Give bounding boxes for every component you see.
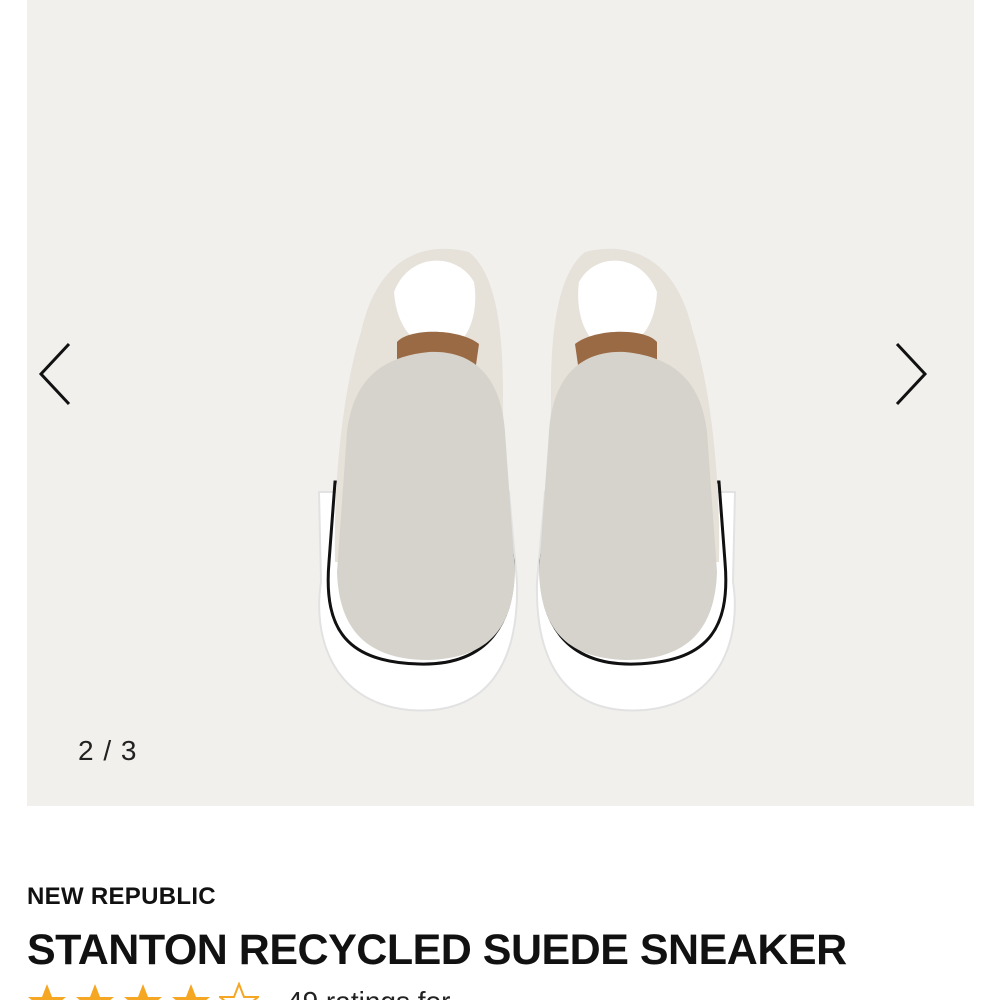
star-filled-icon [28, 984, 66, 1000]
image-counter: 2 / 3 [78, 735, 138, 766]
rating-row[interactable]: 49 ratings for ... [27, 982, 482, 1000]
ratings-count[interactable]: 49 ratings for ... [287, 982, 482, 1000]
product-page: 2 / 3 NEW REPUBLIC STANTON RECYCLED SUED… [0, 0, 1000, 1000]
right-shoe [535, 248, 737, 712]
product-title: STANTON RECYCLED SUEDE SNEAKER [27, 926, 847, 974]
left-shoe [317, 248, 519, 712]
star-filled-icon [172, 984, 210, 1000]
chevron-right-icon [895, 342, 928, 406]
star-empty-icon [219, 982, 259, 1000]
brand-name[interactable]: NEW REPUBLIC [27, 883, 216, 911]
star-filled-icon [76, 984, 114, 1000]
product-image-gallery[interactable]: 2 / 3 [27, 0, 974, 806]
chevron-left-icon [38, 342, 71, 406]
product-image [317, 248, 737, 712]
next-image-button[interactable] [889, 340, 929, 408]
previous-image-button[interactable] [37, 340, 77, 408]
star-filled-icon [124, 984, 162, 1000]
